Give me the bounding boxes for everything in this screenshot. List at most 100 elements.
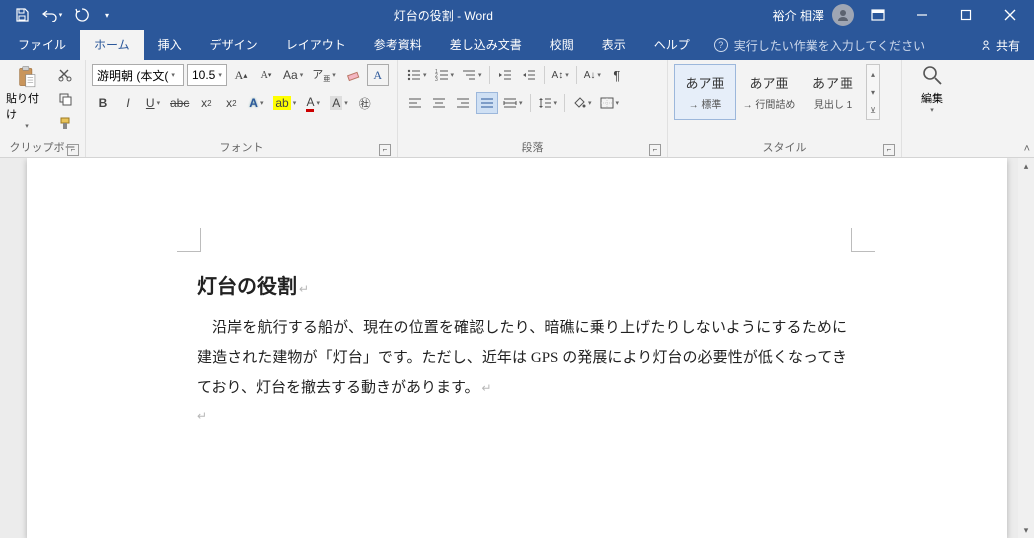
align-center-button[interactable] — [428, 92, 450, 114]
tab-mailings[interactable]: 差し込み文書 — [436, 30, 536, 60]
tab-file[interactable]: ファイル — [4, 30, 80, 60]
clipboard-launcher[interactable]: ⌐ — [67, 144, 79, 156]
bullets-button[interactable] — [404, 64, 430, 86]
font-size-combo[interactable]: 10.5▾ — [187, 64, 227, 86]
styles-launcher[interactable]: ⌐ — [883, 144, 895, 156]
font-name-combo[interactable]: 游明朝 (本文(▾ — [92, 64, 184, 86]
text-direction-button[interactable]: A↕ — [549, 64, 572, 86]
align-justify-button[interactable] — [476, 92, 498, 114]
grow-font-button[interactable]: A▴ — [230, 64, 252, 86]
tab-references[interactable]: 参考資料 — [360, 30, 436, 60]
close-button[interactable] — [990, 0, 1030, 30]
italic-button[interactable]: I — [117, 92, 139, 114]
align-right-button[interactable] — [452, 92, 474, 114]
style-scroll-up[interactable]: ▴ — [867, 65, 879, 83]
tab-design[interactable]: デザイン — [196, 30, 272, 60]
align-right-icon — [456, 97, 470, 109]
show-marks-button[interactable]: ¶ — [606, 64, 628, 86]
document-body[interactable]: 沿岸を航行する船が、現在の位置を確認したり、暗礁に乗り上げたりしないようにするた… — [197, 313, 847, 403]
style-no-spacing[interactable]: あア亜 → 行間詰め — [738, 64, 800, 120]
style-heading1[interactable]: あア亜 見出し 1 — [802, 64, 864, 120]
find-button[interactable]: 編集 ▾ — [912, 64, 952, 124]
style-normal[interactable]: あア亜 → 標準 — [674, 64, 736, 120]
paragraph-launcher[interactable]: ⌐ — [649, 144, 661, 156]
distributed-icon — [503, 97, 517, 109]
char-shading-button[interactable]: A — [327, 92, 351, 114]
outdent-icon — [498, 69, 512, 81]
tab-help[interactable]: ヘルプ — [640, 30, 704, 60]
undo-button[interactable]: ▾ — [40, 3, 64, 27]
redo-button[interactable] — [70, 3, 94, 27]
search-icon — [921, 64, 943, 86]
superscript-button[interactable]: x2 — [220, 92, 242, 114]
text-effects-button[interactable]: A — [245, 92, 267, 114]
paste-button[interactable]: 貼り付け ▾ — [6, 64, 48, 130]
share-button[interactable]: 共有 — [966, 37, 1034, 54]
numbering-button[interactable]: 123 — [432, 64, 458, 86]
paste-icon — [12, 66, 42, 88]
eraser-icon — [346, 68, 360, 82]
sort-button[interactable]: A↓ — [581, 64, 604, 86]
font-color-button[interactable]: A — [302, 92, 324, 114]
bold-button[interactable]: B — [92, 92, 114, 114]
document-heading[interactable]: 灯台の役割 — [197, 270, 847, 299]
document-page[interactable]: 灯台の役割 沿岸を航行する船が、現在の位置を確認したり、暗礁に乗り上げたりしない… — [27, 158, 1007, 538]
qat-customize[interactable]: ▾ — [100, 3, 114, 27]
decrease-indent-button[interactable] — [494, 64, 516, 86]
style-preview: あア亜 — [685, 73, 724, 92]
vertical-scrollbar[interactable]: ▴ ▾ — [1018, 158, 1034, 538]
scroll-down-button[interactable]: ▾ — [1018, 522, 1034, 538]
tell-me[interactable]: ? 実行したい作業を入力してください — [714, 37, 925, 54]
maximize-button[interactable] — [946, 0, 986, 30]
editing-label: 編集 — [921, 90, 943, 106]
paste-label: 貼り付け — [6, 90, 48, 122]
tab-layout[interactable]: レイアウト — [272, 30, 360, 60]
scroll-track[interactable] — [1018, 174, 1034, 522]
style-scroll-down[interactable]: ▾ — [867, 83, 879, 101]
spacing-icon — [538, 97, 552, 109]
crop-mark-tl — [177, 228, 201, 252]
strike-button[interactable]: abc — [167, 92, 192, 114]
svg-text:3: 3 — [435, 77, 438, 81]
tab-home[interactable]: ホーム — [80, 30, 144, 60]
borders-button[interactable] — [597, 92, 623, 114]
tab-view[interactable]: 表示 — [588, 30, 640, 60]
char-border-button[interactable]: A — [367, 64, 389, 86]
shrink-font-button[interactable]: A▾ — [255, 64, 277, 86]
style-preview: あア亜 — [749, 73, 788, 92]
tab-review[interactable]: 校閲 — [536, 30, 588, 60]
line-spacing-button[interactable] — [535, 92, 561, 114]
highlight-button[interactable]: ab — [270, 92, 299, 114]
subscript-button[interactable]: x2 — [195, 92, 217, 114]
change-case-button[interactable]: Aa — [280, 64, 306, 86]
style-gallery-scroll[interactable]: ▴ ▾ ⊻ — [866, 64, 880, 120]
bulb-icon: ? — [714, 38, 728, 52]
copy-button[interactable] — [54, 88, 76, 110]
styles-group-label: スタイル — [763, 142, 807, 154]
format-painter-button[interactable] — [54, 112, 76, 134]
increase-indent-button[interactable] — [518, 64, 540, 86]
font-launcher[interactable]: ⌐ — [379, 144, 391, 156]
minimize-button[interactable] — [902, 0, 942, 30]
clear-format-button[interactable] — [342, 64, 364, 86]
align-justify-icon — [480, 97, 494, 109]
save-button[interactable] — [10, 3, 34, 27]
avatar[interactable] — [832, 4, 854, 26]
paragraph-mark: ↵ — [197, 409, 847, 424]
enclose-char-button[interactable]: ㊓ — [354, 92, 376, 114]
font-name-value: 游明朝 (本文( — [97, 67, 168, 84]
phonetic-button[interactable]: ア亜 — [309, 64, 339, 86]
style-name: 見出し 1 — [814, 96, 852, 111]
tab-insert[interactable]: 挿入 — [144, 30, 196, 60]
cut-button[interactable] — [54, 64, 76, 86]
multilevel-icon — [462, 69, 476, 81]
style-gallery-expand[interactable]: ⊻ — [867, 101, 879, 119]
underline-button[interactable]: U — [142, 92, 164, 114]
distributed-button[interactable] — [500, 92, 526, 114]
collapse-ribbon-button[interactable]: ˄ — [1024, 143, 1030, 155]
scroll-up-button[interactable]: ▴ — [1018, 158, 1034, 174]
multilevel-button[interactable] — [459, 64, 485, 86]
align-left-button[interactable] — [404, 92, 426, 114]
ribbon-options-button[interactable] — [858, 0, 898, 30]
shading-button[interactable] — [569, 92, 595, 114]
